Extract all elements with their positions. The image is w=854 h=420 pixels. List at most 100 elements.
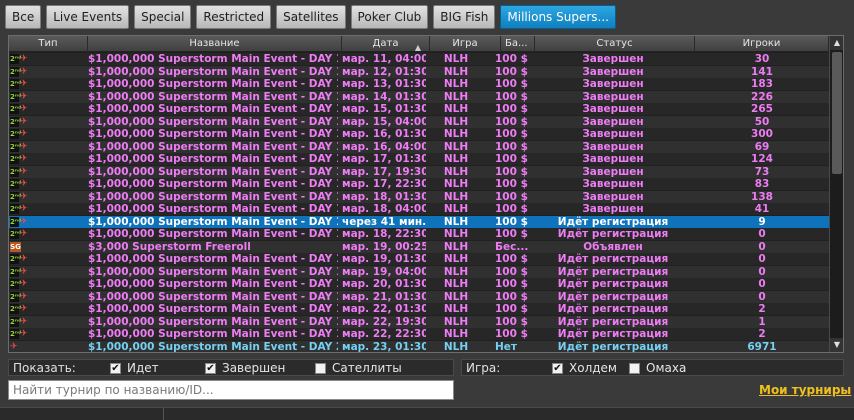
column-header-name[interactable]: Название bbox=[88, 36, 342, 52]
plane-icon: ✈ bbox=[20, 79, 28, 89]
column-header-game[interactable]: Игра bbox=[430, 36, 501, 52]
table-row[interactable]: 2ⁿᵈ ✈ $1,000,000 Superstorm Main Event - D… bbox=[9, 103, 829, 115]
row-status: Завершен bbox=[582, 115, 644, 128]
row-type-icons: 2ⁿᵈ ✈ bbox=[10, 79, 30, 89]
filter-holdem-checkbox[interactable]: ✔ Холдем bbox=[552, 362, 617, 374]
column-header-status[interactable]: Статус bbox=[535, 36, 695, 52]
column-header-date[interactable]: Дата ▲ bbox=[342, 36, 430, 52]
row-status: Идёт регистрация bbox=[557, 215, 669, 228]
plane-icon: ✈ bbox=[20, 254, 28, 264]
row-type-cell: 2ⁿᵈ ✈ bbox=[9, 328, 35, 340]
row-type-cell: 2ⁿᵈ ✈ bbox=[9, 91, 35, 103]
row-status: Идёт регистрация bbox=[557, 303, 669, 315]
row-game: NLH bbox=[443, 265, 469, 278]
plane-icon: ✈ bbox=[20, 154, 28, 164]
row-type-icons: 2ⁿᵈ ✈ bbox=[10, 116, 30, 127]
second-chance-icon: 2ⁿᵈ bbox=[10, 141, 22, 152]
column-header-players[interactable]: Игроки bbox=[695, 36, 829, 52]
table-row[interactable]: 2ⁿᵈ ✈ $1,000,000 Superstorm Main Event - D… bbox=[9, 228, 829, 240]
column-header-buyin[interactable]: Ба... bbox=[501, 36, 535, 52]
row-game: NLH bbox=[443, 340, 469, 353]
table-row[interactable]: 2ⁿᵈ ✈ $1,000,000 Superstorm Main Event - D… bbox=[9, 90, 829, 103]
table-row[interactable]: 2ⁿᵈ ✈ $1,000,000 Superstorm Main Event - D… bbox=[9, 278, 829, 290]
second-chance-icon: 2ⁿᵈ bbox=[10, 291, 22, 302]
table-row[interactable]: 2ⁿᵈ ✈ $1,000,000 Superstorm Main Event - D… bbox=[9, 290, 829, 303]
row-date: мар. 22, 01:30 bbox=[342, 303, 426, 315]
row-players: 0 bbox=[758, 253, 766, 265]
table-row[interactable]: 2ⁿᵈ ✈ $1,000,000 Superstorm Main Event - D… bbox=[9, 203, 829, 215]
checkbox-satellites-icon bbox=[315, 362, 326, 374]
table-row[interactable]: 2ⁿᵈ ✈ $1,000,000 Superstorm Main Event - D… bbox=[9, 78, 829, 90]
tab-7[interactable]: Millions Supers... bbox=[500, 5, 616, 29]
table-row[interactable]: ✈ $1,000,000 Superstorm Main Event - DAY … bbox=[9, 340, 829, 353]
row-buyin: Нет bbox=[495, 340, 517, 353]
scroll-up-icon[interactable]: ▲ bbox=[830, 36, 843, 50]
row-buyin: 100 $ bbox=[495, 265, 528, 278]
row-type-icons: 2ⁿᵈ ✈ bbox=[10, 104, 30, 114]
table-row[interactable]: 2ⁿᵈ ✈ $1,000,000 Superstorm Main Event - D… bbox=[9, 328, 829, 340]
my-tournaments-link[interactable]: Мои турниры bbox=[759, 383, 851, 397]
row-players: 9 bbox=[758, 215, 766, 228]
table-row[interactable]: 2ⁿᵈ ✈ $1,000,000 Superstorm Main Event - D… bbox=[9, 140, 829, 153]
table-scrollbar[interactable]: ▲ ▼ bbox=[829, 36, 843, 352]
table-row[interactable]: 2ⁿᵈ ✈ $1,000,000 Superstorm Main Event - D… bbox=[9, 165, 829, 178]
column-header-date-label: Дата bbox=[372, 38, 399, 49]
row-game: NLH bbox=[443, 153, 469, 165]
row-status: Завершен bbox=[582, 178, 644, 190]
table-row[interactable]: 2ⁿᵈ ✈ $1,000,000 Superstorm Main Event - D… bbox=[9, 53, 829, 65]
table-row[interactable]: 2ⁿᵈ ✈ $1,000,000 Superstorm Main Event - D… bbox=[9, 65, 829, 78]
row-game: NLH bbox=[443, 253, 469, 265]
filter-running-checkbox[interactable]: ✔ Идет bbox=[110, 362, 159, 374]
tab-3[interactable]: Restricted bbox=[196, 5, 272, 29]
tab-5[interactable]: Poker Club bbox=[350, 5, 429, 29]
row-status: Идёт регистрация bbox=[557, 340, 669, 353]
filter-finished-checkbox[interactable]: ✔ Завершен bbox=[205, 362, 285, 374]
plane-icon: ✈ bbox=[20, 129, 28, 139]
column-header-type[interactable]: Тип bbox=[9, 36, 88, 52]
tab-0[interactable]: Все bbox=[5, 5, 42, 29]
table-row[interactable]: SG $3,000 Superstorm Freeroll мар. 19, 00:… bbox=[9, 240, 829, 253]
tab-4[interactable]: Satellites bbox=[276, 5, 346, 29]
row-game: NLH bbox=[443, 103, 469, 115]
table-row[interactable]: 2ⁿᵈ ✈ $1,000,000 Superstorm Main Event - D… bbox=[9, 128, 829, 140]
row-status: Завершен bbox=[582, 140, 644, 153]
row-status: Завершен bbox=[582, 153, 644, 165]
table-row[interactable]: 2ⁿᵈ ✈ $1,000,000 Superstorm Main Event - D… bbox=[9, 153, 829, 165]
row-date: мар. 15, 04:00 bbox=[342, 115, 426, 128]
row-date: мар. 15, 01:30 bbox=[342, 103, 426, 115]
tab-2[interactable]: Special bbox=[134, 5, 192, 29]
row-type-cell: ✈ bbox=[9, 341, 35, 353]
row-date: мар. 22, 19:30 bbox=[342, 315, 426, 328]
filter-satellites-checkbox[interactable]: Сателлиты bbox=[315, 362, 402, 374]
table-row[interactable]: 2ⁿᵈ ✈ $1,000,000 Superstorm Main Event - D… bbox=[9, 315, 829, 328]
row-game: NLH bbox=[443, 228, 469, 240]
row-players: 141 bbox=[751, 65, 773, 78]
tab-1[interactable]: Live Events bbox=[46, 5, 130, 29]
filter-running-label: Идет bbox=[127, 361, 159, 375]
second-chance-icon: 2ⁿᵈ bbox=[10, 316, 22, 327]
table-row[interactable]: 2ⁿᵈ ✈ $1,000,000 Superstorm Main Event - D… bbox=[9, 178, 829, 190]
row-buyin: 100 $ bbox=[495, 103, 528, 115]
row-type-cell: 2ⁿᵈ ✈ bbox=[9, 191, 35, 203]
plane-icon: ✈ bbox=[20, 279, 28, 289]
table-row[interactable]: 2ⁿᵈ ✈ $1,000,000 Superstorm Main Event - D… bbox=[9, 115, 829, 128]
row-date: мар. 17, 01:30 bbox=[342, 153, 426, 165]
row-name: $1,000,000 Superstorm Main Event - DAY 1 bbox=[88, 53, 338, 65]
row-buyin: 100 $ bbox=[495, 253, 528, 265]
row-type-cell: 2ⁿᵈ ✈ bbox=[9, 78, 35, 90]
filter-omaha-checkbox[interactable]: Омаха bbox=[629, 362, 686, 374]
table-row[interactable]: 2ⁿᵈ ✈ $1,000,000 Superstorm Main Event - D… bbox=[9, 190, 829, 203]
table-row[interactable]: 2ⁿᵈ ✈ $1,000,000 Superstorm Main Event - D… bbox=[9, 265, 829, 278]
row-date: мар. 11, 04:00 bbox=[342, 53, 426, 65]
tab-6[interactable]: BIG Fish bbox=[433, 5, 496, 29]
row-buyin: 100 $ bbox=[495, 203, 528, 215]
tournament-search-input[interactable] bbox=[8, 380, 454, 400]
scroll-down-icon[interactable]: ▼ bbox=[830, 338, 843, 352]
row-type-cell: 2ⁿᵈ ✈ bbox=[9, 253, 35, 265]
scrollbar-thumb[interactable] bbox=[832, 52, 842, 174]
table-row[interactable]: 2ⁿᵈ ✈ $1,000,000 Superstorm Main Event - D… bbox=[9, 303, 829, 315]
row-buyin: 100 $ bbox=[495, 228, 528, 240]
table-row[interactable]: 2ⁿᵈ ✈ $1,000,000 Superstorm Main Event - D… bbox=[9, 215, 829, 228]
table-row[interactable]: 2ⁿᵈ ✈ $1,000,000 Superstorm Main Event - D… bbox=[9, 253, 829, 265]
row-type-icons: 2ⁿᵈ ✈ bbox=[10, 229, 30, 239]
